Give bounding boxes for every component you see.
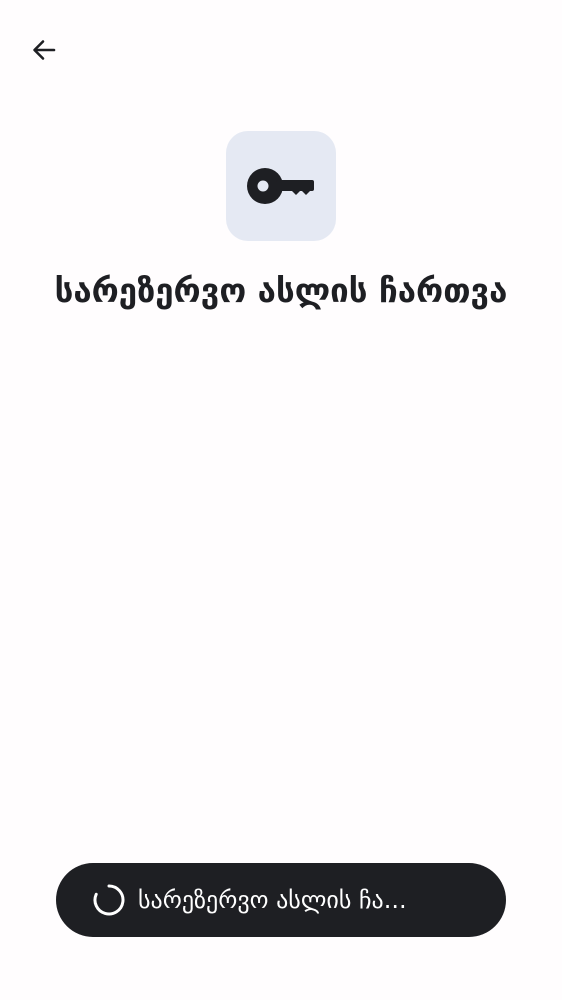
enable-backup-button[interactable]: სარეზერვო ასლის ჩა... [56, 863, 506, 937]
key-icon-container [226, 131, 336, 241]
arrow-left-icon [33, 40, 56, 60]
back-button[interactable] [22, 28, 66, 72]
loading-spinner-icon [92, 883, 126, 917]
page-title: სარეზერვო ასლის ჩართვა [54, 271, 508, 310]
key-icon [247, 168, 314, 204]
enable-backup-button-label: სარეზერვო ასლის ჩა... [138, 886, 407, 914]
enable-backup-screen: სარეზერვო ასლის ჩართვა სარეზერვო ასლის ჩ… [0, 0, 562, 1000]
